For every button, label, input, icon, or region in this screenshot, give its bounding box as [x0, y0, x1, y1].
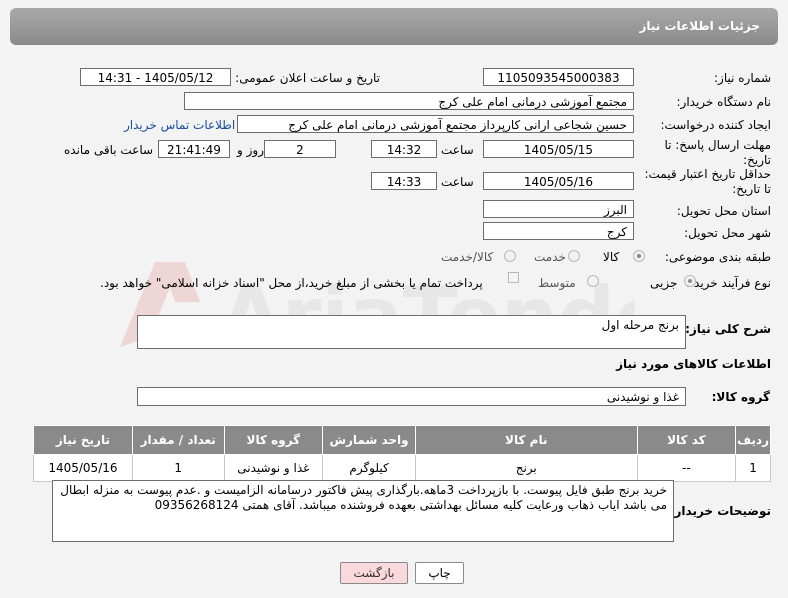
- price-deadline-label: حداقل تاریخ اعتبار قیمت: تا تاریخ:: [644, 167, 771, 196]
- col-header-goods-group: گروه کالا: [223, 425, 324, 455]
- city-field: کرج: [483, 222, 634, 240]
- buyer-contact-link[interactable]: اطلاعات تماس خریدار: [124, 118, 235, 132]
- creator-field: حسین شجاعی ارانی کارپرداز مجتمع آموزشی د…: [237, 115, 634, 133]
- city-label: شهر محل تحویل:: [684, 226, 771, 240]
- treasury-checkbox[interactable]: [508, 272, 519, 283]
- price-time-field: 14:33: [371, 172, 437, 190]
- table-row: 1 -- برنج کیلوگرم غذا و نوشیدنی 1 1405/0…: [33, 454, 771, 482]
- reply-time-label: ساعت: [441, 143, 474, 157]
- category-label: طبقه بندی موضوعی:: [664, 250, 771, 264]
- days-field: 2: [264, 140, 336, 158]
- col-header-goods-code: کد کالا: [636, 425, 737, 455]
- buyer-notes-label: توضیحات خریدار:: [669, 504, 771, 518]
- buyer-org-field: مجتمع آموزشی درمانی امام علی کرج: [184, 92, 634, 110]
- price-date-field: 1405/05/16: [483, 172, 634, 190]
- need-number-field: 1105093545000383: [483, 68, 634, 86]
- category-option-service: خدمت: [534, 250, 566, 264]
- page-header: جزئیات اطلاعات نیاز: [10, 8, 778, 45]
- reply-time-field: 14:32: [371, 140, 437, 158]
- cell-goods-code: --: [636, 454, 737, 482]
- description-label: شرح کلی نیاز:: [685, 322, 771, 336]
- category-option-goods: کالا: [603, 250, 620, 264]
- buyer-org-label: نام دستگاه خریدار:: [676, 95, 772, 109]
- col-header-unit: واحد شمارش: [322, 425, 416, 455]
- goods-group-field: غذا و نوشیدنی: [137, 387, 686, 406]
- announce-date-label: تاریخ و ساعت اعلان عمومی:: [235, 71, 380, 85]
- cell-quantity: 1: [131, 454, 225, 482]
- remaining-label: ساعت باقی مانده: [64, 143, 154, 157]
- goods-table: ردیف کد کالا نام کالا واحد شمارش گروه کا…: [33, 425, 771, 482]
- back-button[interactable]: بازگشت: [340, 562, 408, 584]
- cell-need-date: 1405/05/16: [33, 454, 133, 482]
- need-number-label: شماره نیاز:: [714, 71, 771, 85]
- goods-info-title: اطلاعات کالاهای مورد نیاز: [616, 357, 771, 371]
- col-header-goods-name: نام کالا: [414, 425, 638, 455]
- cell-goods-name: برنج: [414, 454, 638, 482]
- cell-unit: کیلوگرم: [322, 454, 416, 482]
- province-label: استان محل تحویل:: [676, 204, 771, 218]
- process-radio-partial[interactable]: [684, 275, 696, 287]
- creator-label: ایجاد کننده درخواست:: [660, 118, 771, 132]
- price-time-label: ساعت: [441, 175, 474, 189]
- col-header-quantity: تعداد / مقدار: [131, 425, 225, 455]
- announce-date-field: 1405/05/12 - 14:31: [80, 68, 231, 86]
- province-field: البرز: [483, 200, 634, 218]
- col-header-need-date: تاریخ نیاز: [33, 425, 133, 455]
- category-option-goods-service: کالا/خدمت: [441, 250, 494, 264]
- days-label: روز و: [237, 143, 264, 157]
- print-button[interactable]: چاپ: [415, 562, 464, 584]
- cell-row-number: 1: [735, 454, 771, 482]
- process-type-label: نوع فرآیند خرید :: [686, 276, 771, 290]
- col-header-row-number: ردیف: [735, 425, 771, 455]
- process-option-medium: متوسط: [538, 276, 576, 290]
- reply-deadline-label: مهلت ارسال پاسخ: تا تاریخ:: [664, 138, 771, 167]
- table-header-row: ردیف کد کالا نام کالا واحد شمارش گروه کا…: [33, 425, 771, 455]
- category-radio-service[interactable]: [568, 250, 580, 262]
- description-field: برنج مرحله اول: [137, 315, 686, 349]
- process-option-partial: جزیی: [650, 276, 678, 290]
- category-radio-goods-service[interactable]: [504, 250, 516, 262]
- page-title: جزئیات اطلاعات نیاز: [639, 19, 760, 33]
- buyer-notes-field: خرید برنج طبق فایل پیوست. با بازپرداخت 3…: [52, 480, 674, 542]
- category-radio-goods[interactable]: [633, 250, 645, 262]
- payment-note: پرداخت تمام یا بخشی از مبلغ خرید،از محل …: [100, 276, 483, 290]
- remaining-time-field: 21:41:49: [158, 140, 230, 158]
- goods-group-label: گروه کالا:: [711, 390, 770, 404]
- reply-date-field: 1405/05/15: [483, 140, 634, 158]
- cell-goods-group: غذا و نوشیدنی: [223, 454, 324, 482]
- process-radio-medium[interactable]: [587, 275, 599, 287]
